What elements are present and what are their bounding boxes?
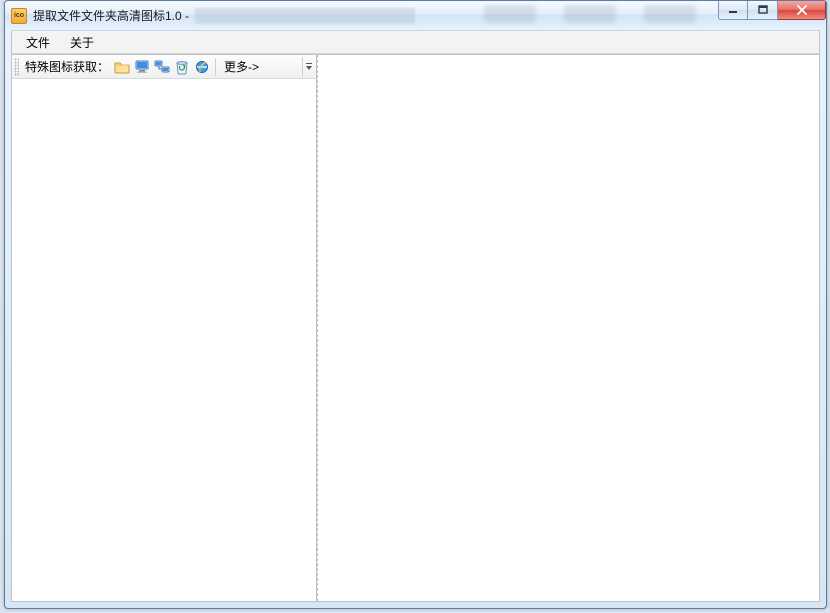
window-title: 提取文件文件夹高清图标1.0 - [33, 7, 189, 24]
left-content-area[interactable] [12, 79, 316, 601]
app-icon: ico [11, 8, 27, 24]
folder-icon[interactable] [113, 58, 131, 76]
right-pane[interactable] [317, 55, 819, 601]
background-ghost [484, 5, 696, 25]
left-pane: 特殊图标获取： [12, 55, 317, 601]
title-blurred-text [195, 8, 415, 24]
toolbar-overflow-button[interactable] [302, 57, 314, 77]
internet-explorer-icon[interactable] [193, 58, 211, 76]
toolbar-grip[interactable] [14, 58, 19, 76]
close-button[interactable] [778, 1, 826, 20]
titlebar[interactable]: ico 提取文件文件夹高清图标1.0 - [5, 1, 826, 30]
client-area: 特殊图标获取： [11, 54, 820, 602]
computer-icon[interactable] [133, 58, 151, 76]
recycle-bin-icon[interactable] [173, 58, 191, 76]
menu-about[interactable]: 关于 [60, 31, 104, 54]
minimize-button[interactable] [718, 1, 748, 20]
toolbar: 特殊图标获取： [12, 55, 316, 79]
menu-file[interactable]: 文件 [16, 31, 60, 54]
menubar: 文件 关于 [11, 30, 820, 54]
toolbar-more-button[interactable]: 更多-> [220, 58, 263, 75]
app-window: ico 提取文件文件夹高清图标1.0 - 文件 关于 特殊图标获取： [4, 0, 827, 609]
toolbar-separator [215, 58, 216, 76]
window-controls [718, 1, 826, 30]
toolbar-label: 特殊图标获取： [23, 58, 111, 75]
maximize-button[interactable] [748, 1, 778, 20]
network-icon[interactable] [153, 58, 171, 76]
